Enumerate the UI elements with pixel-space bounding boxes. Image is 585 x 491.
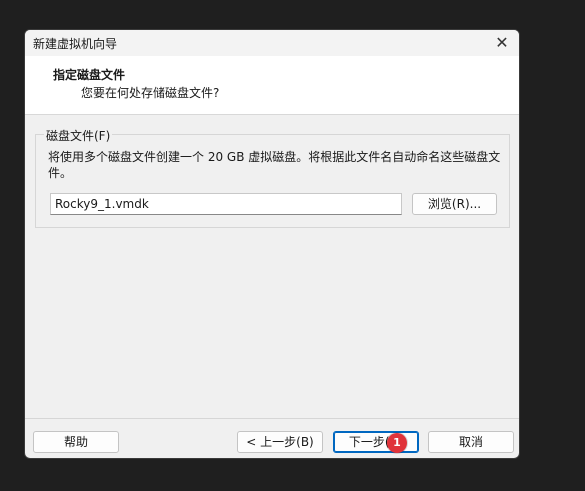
disk-file-description: 将使用多个磁盘文件创建一个 20 GB 虚拟磁盘。将根据此文件名自动命名这些磁盘… [48, 150, 501, 180]
page-title: 指定磁盘文件 [53, 68, 126, 82]
step-number-badge: 1 [387, 433, 407, 453]
cancel-button[interactable]: 取消 [428, 431, 514, 453]
back-button[interactable]: < 上一步(B) [237, 431, 323, 453]
browse-button[interactable]: 浏览(R)... [412, 193, 497, 215]
help-button[interactable]: 帮助 [33, 431, 119, 453]
disk-file-group: 磁盘文件(F) 将使用多个磁盘文件创建一个 20 GB 虚拟磁盘。将根据此文件名… [35, 127, 510, 228]
window-title: 新建虚拟机向导 [33, 37, 118, 51]
new-vm-wizard-dialog: 新建虚拟机向导 ✕ 指定磁盘文件 您要在何处存储磁盘文件? 磁盘文件(F) 将使… [24, 29, 520, 459]
disk-file-input[interactable] [50, 193, 402, 215]
wizard-footer: 帮助 < 上一步(B) 下一步(N) 取消 [25, 418, 519, 458]
title-bar: 新建虚拟机向导 ✕ [25, 30, 519, 56]
close-icon[interactable]: ✕ [491, 32, 513, 54]
page-subtitle: 您要在何处存储磁盘文件? [81, 86, 220, 100]
wizard-header: 指定磁盘文件 您要在何处存储磁盘文件? [25, 56, 519, 115]
disk-file-legend: 磁盘文件(F) [44, 127, 113, 144]
